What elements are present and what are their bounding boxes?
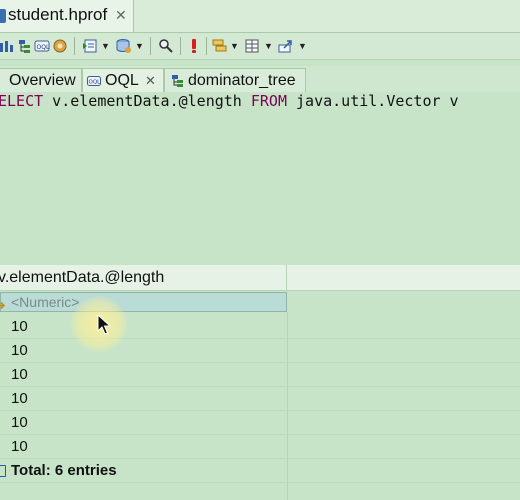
keyword-select: ELECT (0, 92, 44, 110)
run-query-icon[interactable] (186, 38, 202, 54)
tab-dominator-tree[interactable]: dominator_tree (164, 68, 306, 92)
query-browser-icon[interactable] (82, 38, 98, 54)
cell-value: 10 (11, 414, 28, 431)
svg-text:OQL: OQL (89, 80, 102, 86)
keyword-from: FROM (250, 92, 287, 110)
total-row: Total: 6 entries (0, 459, 520, 483)
dominator-tree-icon (170, 74, 184, 88)
cell-value: 10 (11, 366, 28, 383)
table-row[interactable]: 10 (0, 363, 520, 387)
editor-tab-strip: student.hprof ✕ (0, 0, 520, 33)
svg-text:OQL: OQL (37, 44, 50, 51)
toolbar-separator (150, 37, 151, 55)
sum-icon (0, 465, 6, 477)
tab-label: dominator_tree (188, 72, 296, 89)
table-row[interactable]: 10 (0, 387, 520, 411)
tab-overview[interactable]: Overview (0, 68, 82, 92)
toolbar-separator (180, 37, 181, 55)
tab-label: Overview (9, 72, 76, 89)
query-projection: v.elementData.@length (43, 92, 251, 110)
cell-value: 10 (11, 318, 28, 335)
mouse-pointer-icon (97, 313, 112, 341)
histogram-icon[interactable] (0, 38, 14, 54)
cell-value: 10 (11, 342, 28, 359)
close-icon[interactable]: ✕ (145, 73, 156, 89)
editor-tab-student-hprof[interactable]: student.hprof ✕ (0, 0, 134, 32)
group-by-icon[interactable] (212, 38, 228, 54)
toolbar-separator (74, 37, 75, 55)
filter-row[interactable]: <Numeric> (0, 292, 287, 312)
oql-icon[interactable]: OQL (34, 38, 50, 54)
toolbar: OQL ▼ ▼ ▼ ▼ ▼ (0, 33, 520, 60)
column-header[interactable]: v.elementData.@length (0, 265, 287, 291)
heap-dump-overview-icon[interactable] (116, 38, 132, 54)
numeric-filter-input[interactable]: <Numeric> (11, 294, 79, 310)
table-row[interactable]: 10 (0, 435, 520, 459)
chevron-down-icon[interactable]: ▼ (101, 41, 110, 51)
query-source: java.util.Vector v (287, 92, 459, 110)
chevron-down-icon[interactable]: ▼ (298, 41, 307, 51)
editor-tab-label: student.hprof (8, 5, 108, 24)
chevron-down-icon[interactable]: ▼ (230, 41, 239, 51)
tab-label: OQL (105, 72, 139, 89)
oql-query-editor[interactable]: ELECT v.elementData.@length FROM java.ut… (0, 92, 520, 264)
filter-icon (0, 297, 7, 310)
column-header-label: v.elementData.@length (0, 269, 165, 286)
export-icon[interactable] (278, 38, 294, 54)
oql-query-text: ELECT v.elementData.@length FROM java.ut… (0, 92, 459, 110)
calculate-retained-icon[interactable] (244, 38, 260, 54)
settings-gear-icon[interactable] (52, 38, 68, 54)
oql-icon: OQL (87, 74, 101, 88)
table-row[interactable]: 10 (0, 411, 520, 435)
total-label: Total: 6 entries (11, 462, 117, 479)
dominator-tree-icon[interactable] (16, 38, 32, 54)
heap-file-icon (0, 9, 6, 23)
tab-oql[interactable]: OQL OQL ✕ (82, 68, 164, 92)
cell-value: 10 (11, 390, 28, 407)
find-object-icon[interactable] (158, 38, 174, 54)
close-icon[interactable]: ✕ (115, 7, 127, 24)
view-tab-strip: Overview OQL OQL ✕ dominator_tree (0, 66, 520, 93)
results-table: v.elementData.@length <Numeric> 10 10 10… (0, 265, 520, 500)
chevron-down-icon[interactable]: ▼ (135, 41, 144, 51)
toolbar-separator (206, 37, 207, 55)
chevron-down-icon[interactable]: ▼ (264, 41, 273, 51)
cell-value: 10 (11, 438, 28, 455)
column-header-empty (287, 265, 520, 291)
